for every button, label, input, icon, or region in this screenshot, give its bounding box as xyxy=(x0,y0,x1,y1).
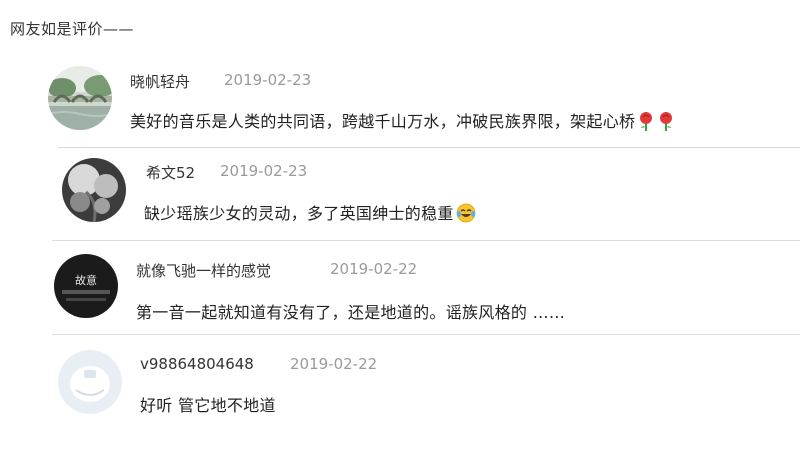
rose-icon xyxy=(637,111,655,135)
section-title: 网友如是评价—— xyxy=(10,20,135,38)
comment-text: 好听 管它地不地道 xyxy=(140,396,276,415)
avatar[interactable] xyxy=(62,158,126,222)
comment-date: 2019-02-22 xyxy=(290,355,378,373)
avatar[interactable] xyxy=(58,350,122,414)
comment-date: 2019-02-22 xyxy=(330,260,418,278)
comment-text: 缺少瑶族少女的灵动，多了英国绅士的稳重 xyxy=(144,200,476,227)
comment-username[interactable]: 就像飞驰一样的感觉 xyxy=(136,260,271,281)
comment-username[interactable]: 希文52 xyxy=(146,162,195,183)
laughing-crying-icon xyxy=(456,203,476,227)
comment-text: 第一音一起就知道有没有了，还是地道的。谣族风格的 …… xyxy=(136,303,566,322)
rose-icon xyxy=(657,111,675,135)
comment-username[interactable]: 晓帆轻舟 xyxy=(130,71,190,92)
divider xyxy=(58,147,800,148)
comment-username[interactable]: v98864804648 xyxy=(140,355,254,373)
avatar-text: 故意 xyxy=(75,274,97,287)
avatar[interactable]: 故意 xyxy=(54,254,118,318)
comment-date: 2019-02-23 xyxy=(224,71,312,89)
comment-text-content: 缺少瑶族少女的灵动，多了英国绅士的稳重 xyxy=(144,204,454,223)
divider xyxy=(52,334,800,335)
comment-text-content: 美好的音乐是人类的共同语，跨越千山万水，冲破民族界限，架起心桥 xyxy=(130,112,636,131)
comment-date: 2019-02-23 xyxy=(220,162,308,180)
comment-text: 美好的音乐是人类的共同语，跨越千山万水，冲破民族界限，架起心桥 xyxy=(130,108,675,135)
avatar[interactable] xyxy=(48,66,112,130)
divider xyxy=(52,240,800,241)
